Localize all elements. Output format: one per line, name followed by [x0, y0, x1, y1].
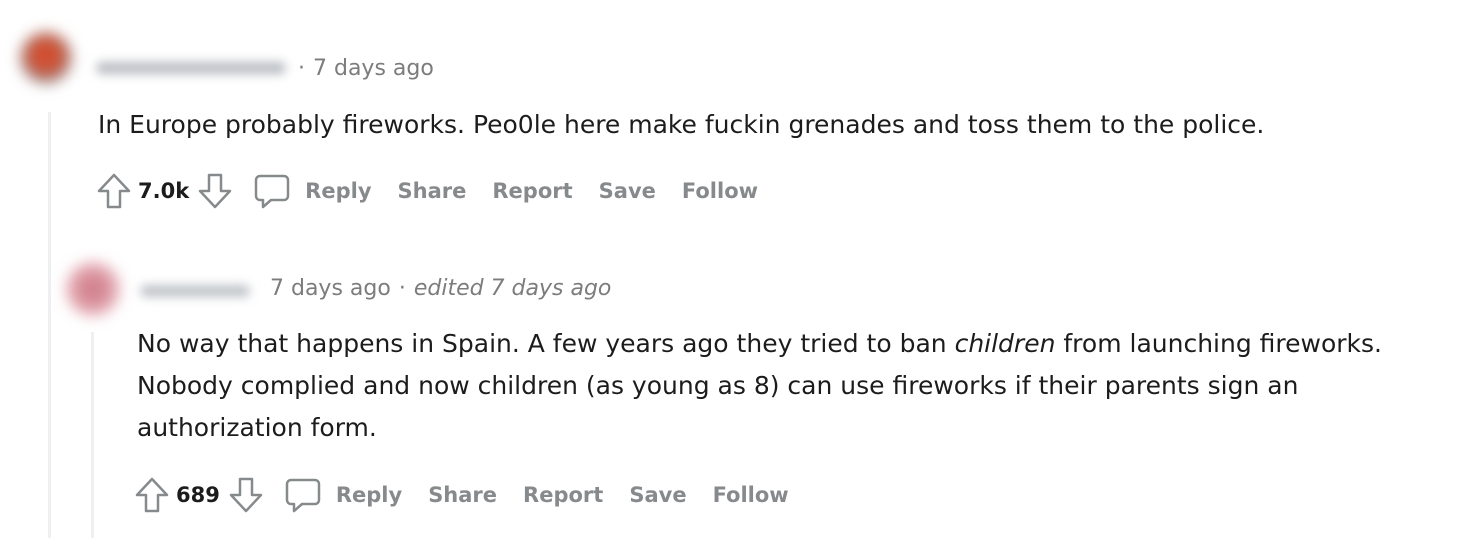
comment-body: No way that happens in Spain. A few year…	[137, 323, 1427, 449]
meta-separator: ·	[398, 276, 406, 301]
report-button[interactable]: Report	[523, 483, 603, 507]
comment-meta: · 7 days ago	[290, 56, 434, 81]
username-redacted[interactable]	[96, 62, 286, 74]
comment-text: No way that happens in Spain. A few year…	[137, 323, 1427, 449]
save-button[interactable]: Save	[629, 483, 686, 507]
vote-score: 7.0k	[138, 179, 190, 203]
thread-line-level-1[interactable]	[48, 112, 51, 538]
comment-text-part: No way that happens in Spain. A few year…	[137, 329, 955, 358]
share-button[interactable]: Share	[428, 483, 497, 507]
comment-text-emphasis: children	[954, 329, 1056, 358]
follow-button[interactable]: Follow	[713, 483, 789, 507]
comment-text: In Europe probably fireworks. Peo0le her…	[98, 110, 1265, 139]
save-button[interactable]: Save	[599, 179, 656, 203]
downvote-button[interactable]	[195, 169, 235, 213]
downvote-button[interactable]	[226, 473, 266, 517]
comment-body: In Europe probably fireworks. Peo0le her…	[98, 104, 1418, 146]
meta-separator: ·	[298, 56, 305, 81]
speech-bubble-icon	[285, 478, 321, 513]
upvote-arrow-icon	[135, 477, 169, 513]
avatar[interactable]	[66, 262, 120, 316]
thread-line-level-2[interactable]	[91, 332, 94, 538]
timestamp[interactable]: 7 days ago	[313, 56, 434, 81]
comment-actions: 7.0k Reply Share Report Save Follow	[94, 169, 784, 213]
timestamp[interactable]: 7 days ago	[270, 276, 391, 301]
comment-meta: 7 days ago · edited 7 days ago	[270, 276, 611, 301]
username-redacted[interactable]	[140, 285, 250, 297]
reply-button[interactable]: Reply	[253, 172, 372, 210]
edited-timestamp: edited 7 days ago	[413, 276, 612, 301]
report-button[interactable]: Report	[492, 179, 572, 203]
downvote-arrow-icon	[229, 477, 263, 513]
speech-bubble-icon	[254, 174, 290, 209]
vote-score: 689	[176, 483, 220, 507]
reply-label: Reply	[305, 179, 372, 203]
reply-button[interactable]: Reply	[284, 476, 402, 514]
reply-label: Reply	[335, 483, 403, 507]
follow-button[interactable]: Follow	[682, 179, 758, 203]
avatar[interactable]	[20, 32, 72, 84]
upvote-button[interactable]	[132, 473, 172, 517]
upvote-arrow-icon	[97, 173, 131, 209]
upvote-button[interactable]	[94, 169, 134, 213]
share-button[interactable]: Share	[398, 179, 467, 203]
downvote-arrow-icon	[198, 173, 232, 209]
comment-actions: 689 Reply Share Report Save Follow	[132, 473, 815, 517]
